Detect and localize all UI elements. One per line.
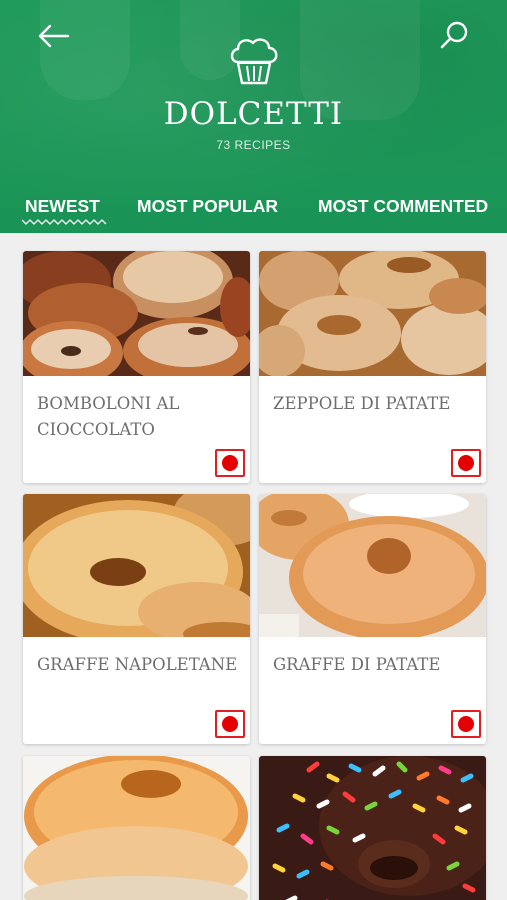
back-button[interactable] xyxy=(36,20,72,52)
recipe-photo xyxy=(259,251,486,376)
tab-active-indicator xyxy=(22,219,107,225)
app-header: DOLCETTI 73 RECIPES NEWEST MOST POPULAR … xyxy=(0,0,507,233)
italian-flag-icon[interactable] xyxy=(215,710,245,738)
recipe-card[interactable] xyxy=(23,756,250,900)
recipe-card[interactable]: GRAFFE DI PATATE xyxy=(259,494,486,744)
recipe-card[interactable]: GRAFFE NAPOLETANE xyxy=(23,494,250,744)
muffin-icon xyxy=(226,36,282,86)
search-button[interactable] xyxy=(436,18,472,54)
recipe-card[interactable]: BOMBOLONI AL CIOCCOLATO xyxy=(23,251,250,483)
tab-bar: NEWEST MOST POPULAR MOST COMMENTED xyxy=(0,196,507,233)
recipe-card[interactable] xyxy=(259,756,486,900)
recipe-name: GRAFFE DI PATATE xyxy=(273,655,441,674)
recipe-count: 73 RECIPES xyxy=(216,138,291,152)
recipe-photo xyxy=(23,251,250,376)
recipe-photo xyxy=(259,756,486,900)
italian-flag-icon[interactable] xyxy=(215,449,245,477)
recipe-photo xyxy=(259,494,486,637)
page-title: DOLCETTI xyxy=(163,96,344,132)
tab-most-commented[interactable]: MOST COMMENTED xyxy=(318,196,488,217)
tab-newest[interactable]: NEWEST xyxy=(25,196,100,217)
tab-most-popular[interactable]: MOST POPULAR xyxy=(137,196,278,217)
recipe-grid: BOMBOLONI AL CIOCCOLATO ZEPPOLE DI PATAT… xyxy=(0,233,507,900)
italian-flag-icon[interactable] xyxy=(451,710,481,738)
search-icon xyxy=(440,21,468,49)
recipe-name: BOMBOLONI AL CIOCCOLATO xyxy=(37,394,180,439)
recipe-photo xyxy=(23,756,250,900)
recipe-photo xyxy=(23,494,250,637)
recipe-card[interactable]: ZEPPOLE DI PATATE xyxy=(259,251,486,483)
recipe-name: GRAFFE NAPOLETANE xyxy=(37,655,238,674)
italian-flag-icon[interactable] xyxy=(451,449,481,477)
arrow-left-icon xyxy=(38,24,70,48)
recipe-name: ZEPPOLE DI PATATE xyxy=(273,394,451,413)
